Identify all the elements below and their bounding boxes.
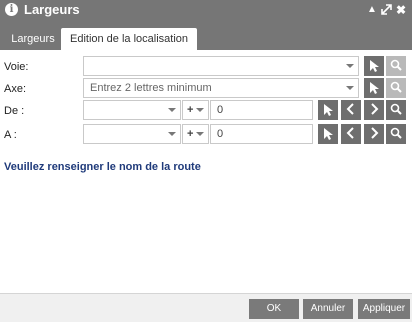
de-pick-button[interactable] [318, 100, 338, 120]
axe-placeholder: Entrez 2 lettres minimum [90, 82, 212, 94]
chevron-down-icon [168, 132, 176, 136]
voie-label: Voie: [4, 61, 29, 73]
voie-select[interactable] [83, 56, 359, 76]
axe-label: Axe: [4, 83, 27, 95]
ok-button[interactable]: OK [249, 299, 299, 319]
tab-edition-localisation[interactable]: Edition de la localisation [61, 28, 197, 50]
de-previous-button[interactable] [341, 100, 361, 120]
cursor-icon [324, 104, 333, 116]
chevron-down-icon [196, 108, 204, 112]
chevron-down-icon [196, 132, 204, 136]
de-distance-value: 0 [217, 104, 224, 116]
de-search-button[interactable] [386, 100, 406, 120]
a-select[interactable] [83, 124, 181, 144]
de-label: De : [4, 105, 25, 117]
search-icon [390, 103, 402, 115]
de-next-button[interactable] [364, 100, 384, 120]
de-distance-input[interactable]: 0 [210, 100, 313, 120]
info-icon: i [5, 3, 18, 16]
chevron-down-icon [346, 64, 354, 68]
cancel-button[interactable]: Annuler [303, 299, 353, 319]
a-pick-button[interactable] [318, 124, 338, 144]
dialog-footer: OK Annuler Appliquer [0, 293, 412, 322]
de-sign-select[interactable]: + [182, 100, 209, 120]
a-sign-select[interactable]: + [182, 124, 209, 144]
tab-bar: Largeurs Edition de la localisation [0, 20, 412, 50]
chevron-right-icon [371, 103, 379, 115]
a-sign-value: + [187, 128, 194, 140]
apply-button[interactable]: Appliquer [358, 299, 410, 319]
cursor-icon [370, 82, 379, 94]
chevron-right-icon [371, 127, 379, 139]
chevron-down-icon [346, 86, 354, 90]
localisation-form: Voie: Axe: Entrez 2 lettres minimum De :… [0, 50, 412, 293]
tab-largeurs[interactable]: Largeurs [6, 28, 60, 50]
voie-pick-button[interactable] [364, 56, 384, 76]
search-icon [390, 127, 402, 139]
a-label: A : [4, 129, 17, 141]
a-next-button[interactable] [364, 124, 384, 144]
voie-search-button[interactable] [386, 56, 406, 76]
cursor-icon [324, 128, 333, 140]
window-title: Largeurs [24, 2, 80, 17]
collapse-icon[interactable]: ▲ [366, 3, 378, 17]
axe-search-button[interactable] [386, 78, 406, 98]
axe-pick-button[interactable] [364, 78, 384, 98]
window-titlebar: i Largeurs ▲ ✖ [0, 0, 412, 20]
close-icon[interactable]: ✖ [395, 3, 407, 17]
chevron-left-icon [346, 127, 354, 139]
a-distance-value: 0 [217, 128, 224, 140]
chevron-down-icon [168, 108, 176, 112]
cursor-icon [370, 60, 379, 72]
expand-icon[interactable] [380, 3, 392, 17]
chevron-left-icon [346, 103, 354, 115]
search-icon [390, 81, 402, 93]
a-search-button[interactable] [386, 124, 406, 144]
search-icon [390, 59, 402, 71]
de-sign-value: + [187, 104, 194, 116]
a-previous-button[interactable] [341, 124, 361, 144]
de-select[interactable] [83, 100, 181, 120]
axe-input[interactable]: Entrez 2 lettres minimum [83, 78, 359, 98]
validation-message: Veuillez renseigner le nom de la route [4, 161, 201, 173]
a-distance-input[interactable]: 0 [210, 124, 313, 144]
